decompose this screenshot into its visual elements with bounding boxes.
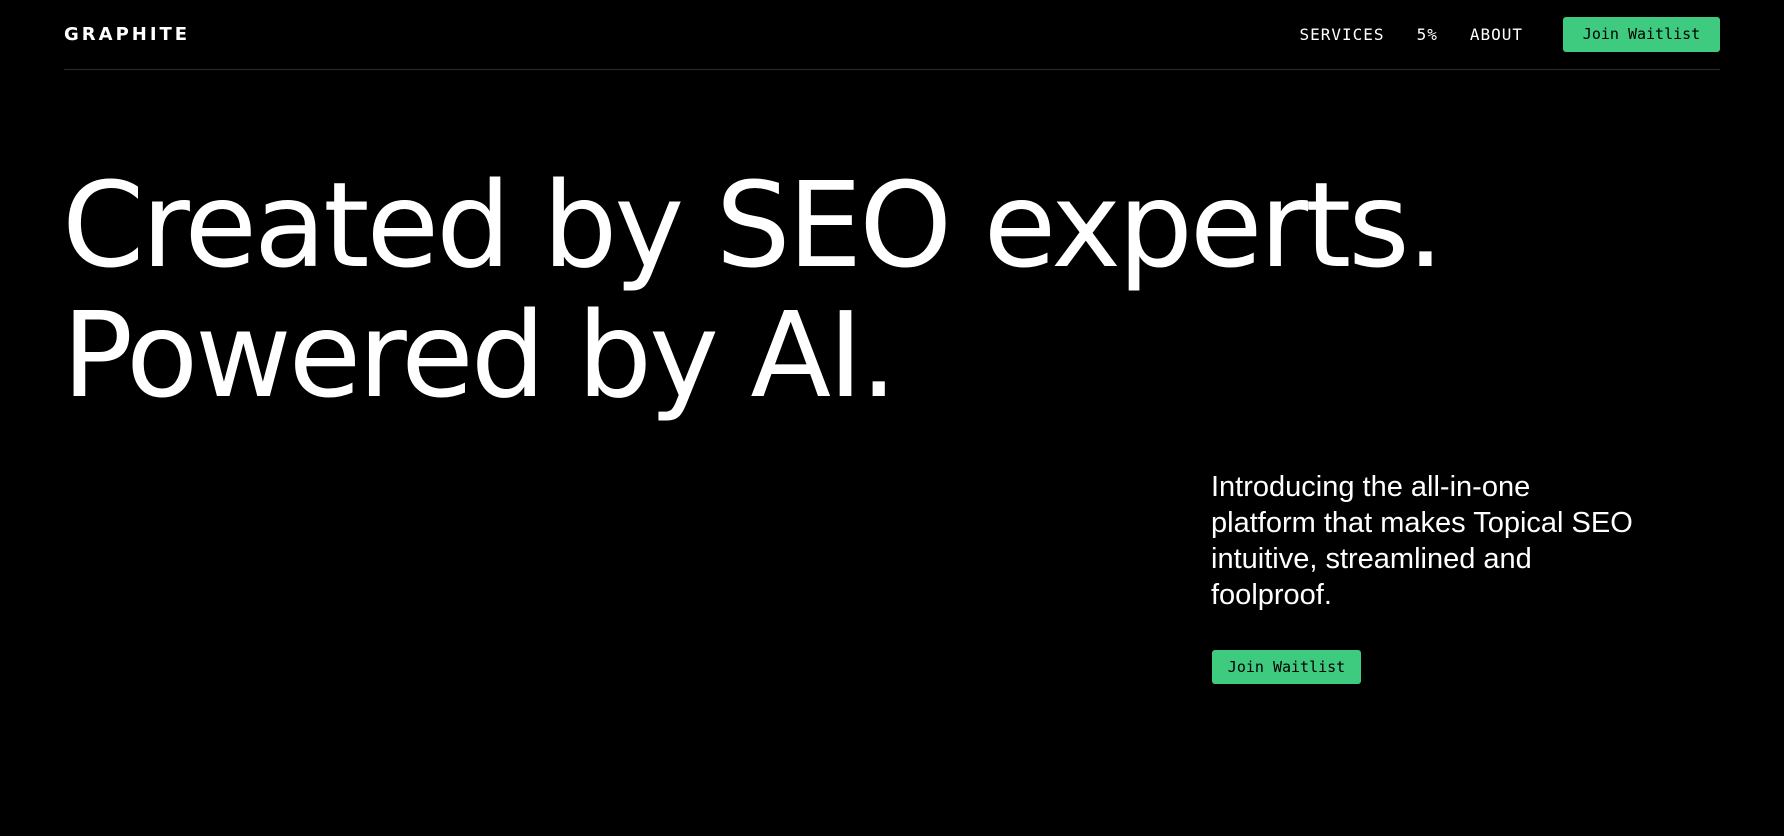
- hero-headline: Created by SEO experts. Powered by AI.: [62, 156, 1444, 424]
- nav-link-services[interactable]: SERVICES: [1300, 18, 1385, 52]
- join-waitlist-header-button[interactable]: Join Waitlist: [1563, 17, 1720, 52]
- main-nav: SERVICES 5% ABOUT Join Waitlist: [1300, 17, 1720, 52]
- hero-headline-line-2: Powered by AI.: [62, 286, 897, 424]
- site-header: GRAPHITE SERVICES 5% ABOUT Join Waitlist: [64, 0, 1720, 70]
- nav-link-5-percent[interactable]: 5%: [1417, 18, 1438, 52]
- nav-link-about[interactable]: ABOUT: [1470, 18, 1523, 52]
- join-waitlist-hero-button[interactable]: Join Waitlist: [1212, 650, 1361, 684]
- hero-intro-text: Introducing the all-in-one platform that…: [1211, 471, 1633, 611]
- graphite-logo[interactable]: GRAPHITE: [64, 24, 190, 45]
- hero-headline-line-1: Created by SEO experts.: [62, 156, 1444, 294]
